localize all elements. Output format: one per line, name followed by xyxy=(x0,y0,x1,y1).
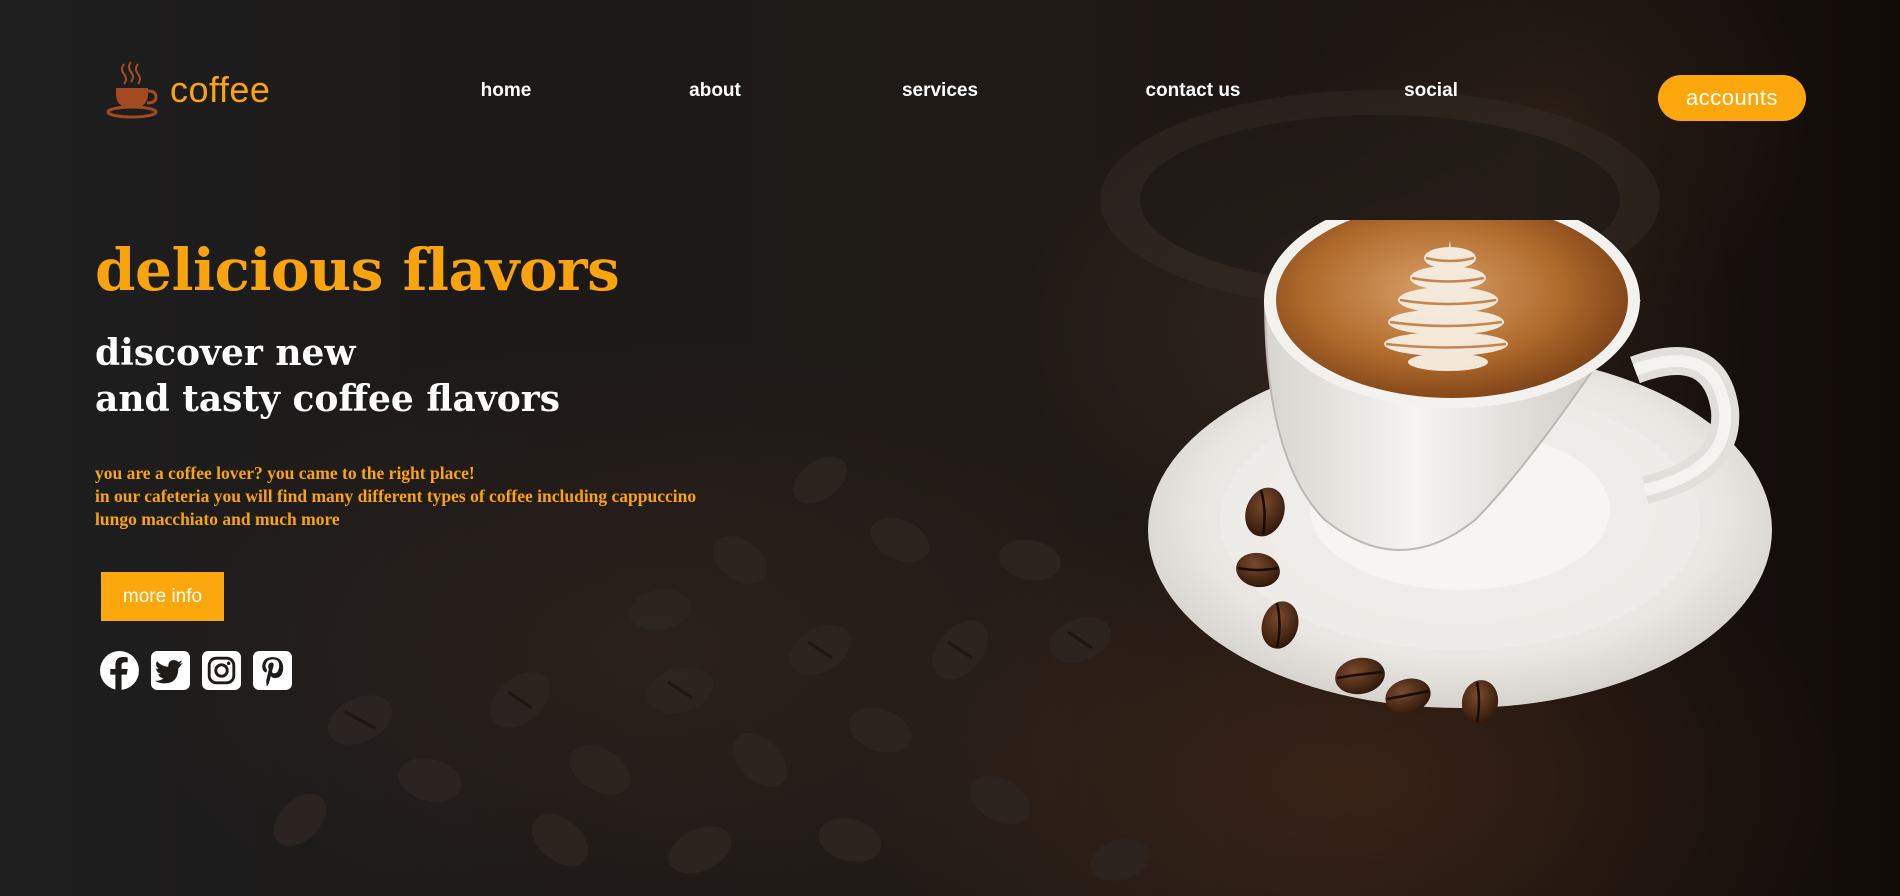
cappuccino-cup-image xyxy=(1148,220,1772,724)
hero-description: you are a coffee lover? you came to the … xyxy=(95,462,696,531)
hero-subtitle-line-1: discover new xyxy=(95,332,356,374)
hero-description-line-3: lungo macchiato and much more xyxy=(95,509,340,529)
instagram-icon[interactable] xyxy=(201,650,242,691)
hero-subtitle-line-2: and tasty coffee flavors xyxy=(95,378,560,420)
nav-contact-us[interactable]: contact us xyxy=(1145,80,1240,102)
hero-description-line-1: you are a coffee lover? you came to the … xyxy=(95,463,475,483)
hero-subtitle: discover new and tasty coffee flavors xyxy=(95,330,560,422)
hero-title: delicious flavors xyxy=(95,236,620,304)
hero-description-line-2: in our cafeteria you will find many diff… xyxy=(95,486,697,506)
nav-about[interactable]: about xyxy=(689,80,741,102)
social-links xyxy=(99,650,293,691)
facebook-icon[interactable] xyxy=(99,650,140,691)
pinterest-icon[interactable] xyxy=(252,650,293,691)
nav-services[interactable]: services xyxy=(902,80,978,102)
nav-social[interactable]: social xyxy=(1404,80,1458,102)
nav-home[interactable]: home xyxy=(481,80,532,102)
brand-name: coffee xyxy=(170,69,271,110)
accounts-button[interactable]: accounts xyxy=(1658,75,1806,121)
more-info-button[interactable]: more info xyxy=(101,572,224,621)
coffee-cup-icon xyxy=(106,61,158,119)
brand-logo[interactable]: coffee xyxy=(106,60,270,120)
twitter-icon[interactable] xyxy=(150,650,191,691)
